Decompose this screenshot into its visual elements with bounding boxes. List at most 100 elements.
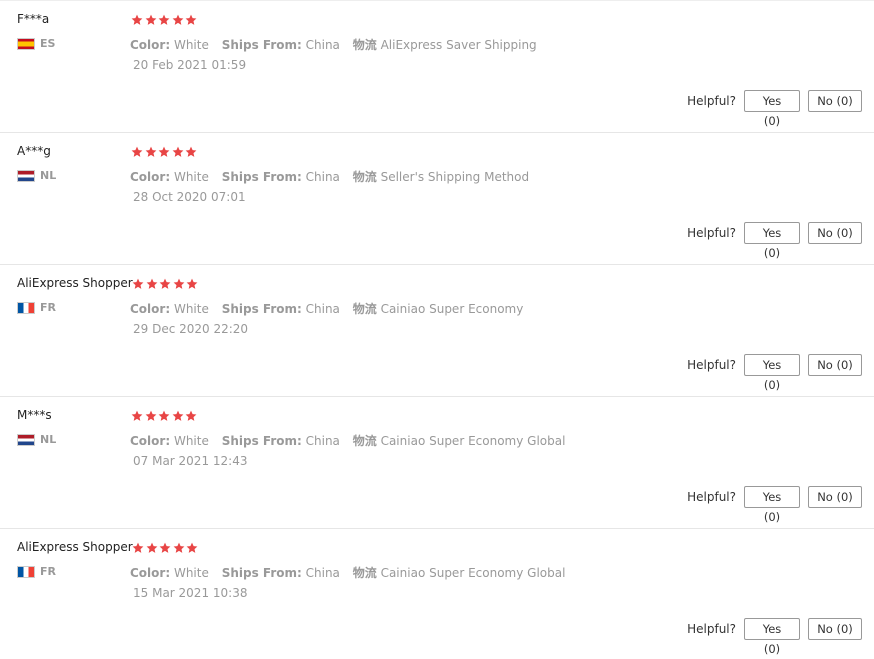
france-flag-icon [17, 566, 35, 578]
star-filled-icon [185, 14, 197, 26]
color-value: White [173, 38, 209, 52]
country-code: NL [40, 433, 57, 446]
country-code: FR [40, 301, 56, 314]
star-filled-icon [158, 14, 170, 26]
country-code: FR [40, 565, 56, 578]
review-meta: Color: White Ships From: China 物流 AliExp… [130, 36, 546, 53]
ships-from-label: Ships From: [221, 302, 302, 316]
color-label: Color: [130, 434, 171, 448]
helpful-label: Helpful? [687, 490, 736, 504]
color-label: Color: [130, 566, 171, 580]
star-filled-icon [145, 410, 157, 422]
color-label: Color: [130, 302, 171, 316]
star-filled-icon [173, 542, 185, 554]
star-rating [132, 542, 200, 556]
star-filled-icon [172, 146, 184, 158]
star-filled-icon [131, 14, 143, 26]
ships-from-label: Ships From: [221, 566, 302, 580]
color-label: Color: [130, 170, 171, 184]
star-filled-icon [159, 542, 171, 554]
review-item: AliExpress Shopper FR Color: White Ships… [0, 264, 874, 396]
logistics-label: 物流 [352, 38, 377, 52]
logistics-label: 物流 [352, 566, 377, 580]
logistics-label: 物流 [352, 170, 377, 184]
review-list: F***a ES Color: White Ships From: China … [0, 0, 874, 656]
star-rating [131, 14, 199, 28]
star-filled-icon [145, 146, 157, 158]
star-filled-icon [158, 410, 170, 422]
color-label: Color: [130, 38, 171, 52]
color-value: White [173, 566, 209, 580]
logistics-label: 物流 [352, 302, 377, 316]
star-filled-icon [173, 278, 185, 290]
star-filled-icon [158, 146, 170, 158]
review-meta: Color: White Ships From: China 物流 Cainia… [130, 564, 574, 581]
review-item: M***s NL Color: White Ships From: China … [0, 396, 874, 528]
star-filled-icon [185, 146, 197, 158]
reviewer-name: AliExpress Shopper [17, 540, 133, 554]
review-date: 15 Mar 2021 10:38 [133, 586, 248, 600]
review-item: F***a ES Color: White Ships From: China … [0, 0, 874, 132]
spain-flag-icon [17, 38, 35, 50]
color-value: White [173, 170, 209, 184]
helpful-vote: Helpful? Yes (0) No (0) [687, 353, 862, 392]
netherlands-flag-icon [17, 170, 35, 182]
helpful-no-button[interactable]: No (0) [808, 354, 862, 376]
netherlands-flag-icon [17, 434, 35, 446]
star-filled-icon [172, 14, 184, 26]
helpful-yes-button[interactable]: Yes (0) [744, 618, 800, 656]
helpful-yes-button[interactable]: Yes (0) [744, 90, 800, 128]
helpful-label: Helpful? [687, 622, 736, 636]
star-filled-icon [186, 278, 198, 290]
helpful-yes-button[interactable]: Yes (0) [744, 222, 800, 260]
ships-from-label: Ships From: [221, 170, 302, 184]
star-rating [132, 278, 200, 292]
ships-from-value: China [305, 302, 340, 316]
helpful-no-button[interactable]: No (0) [808, 618, 862, 640]
star-filled-icon [185, 410, 197, 422]
color-value: White [173, 302, 209, 316]
review-meta: Color: White Ships From: China 物流 Seller… [130, 168, 538, 185]
star-filled-icon [132, 278, 144, 290]
star-filled-icon [159, 278, 171, 290]
color-value: White [173, 434, 209, 448]
review-date: 28 Oct 2020 07:01 [133, 190, 246, 204]
logistics-value: AliExpress Saver Shipping [380, 38, 537, 52]
helpful-vote: Helpful? Yes (0) No (0) [687, 485, 862, 524]
helpful-no-button[interactable]: No (0) [808, 90, 862, 112]
star-rating [131, 410, 199, 424]
helpful-no-button[interactable]: No (0) [808, 222, 862, 244]
helpful-vote: Helpful? Yes (0) No (0) [687, 617, 862, 656]
ships-from-label: Ships From: [221, 434, 302, 448]
helpful-label: Helpful? [687, 358, 736, 372]
review-date: 20 Feb 2021 01:59 [133, 58, 247, 72]
review-date: 29 Dec 2020 22:20 [133, 322, 249, 336]
star-rating [131, 146, 199, 160]
ships-from-value: China [305, 170, 340, 184]
star-filled-icon [172, 410, 184, 422]
logistics-label: 物流 [352, 434, 377, 448]
reviewer-name: A***g [17, 144, 51, 158]
reviewer-name: AliExpress Shopper [17, 276, 133, 290]
review-item: A***g NL Color: White Ships From: China … [0, 132, 874, 264]
helpful-label: Helpful? [687, 94, 736, 108]
star-filled-icon [131, 146, 143, 158]
ships-from-value: China [305, 434, 340, 448]
logistics-value: Cainiao Super Economy Global [380, 566, 566, 580]
helpful-no-button[interactable]: No (0) [808, 486, 862, 508]
review-meta: Color: White Ships From: China 物流 Cainia… [130, 300, 532, 317]
logistics-value: Cainiao Super Economy Global [380, 434, 566, 448]
helpful-yes-button[interactable]: Yes (0) [744, 486, 800, 524]
star-filled-icon [145, 14, 157, 26]
ships-from-value: China [305, 38, 340, 52]
star-filled-icon [186, 542, 198, 554]
country-code: ES [40, 37, 56, 50]
france-flag-icon [17, 302, 35, 314]
review-meta: Color: White Ships From: China 物流 Cainia… [130, 432, 574, 449]
helpful-vote: Helpful? Yes (0) No (0) [687, 221, 862, 260]
reviewer-name: F***a [17, 12, 50, 26]
ships-from-value: China [305, 566, 340, 580]
helpful-yes-button[interactable]: Yes (0) [744, 354, 800, 392]
reviewer-name: M***s [17, 408, 52, 422]
star-filled-icon [146, 542, 158, 554]
